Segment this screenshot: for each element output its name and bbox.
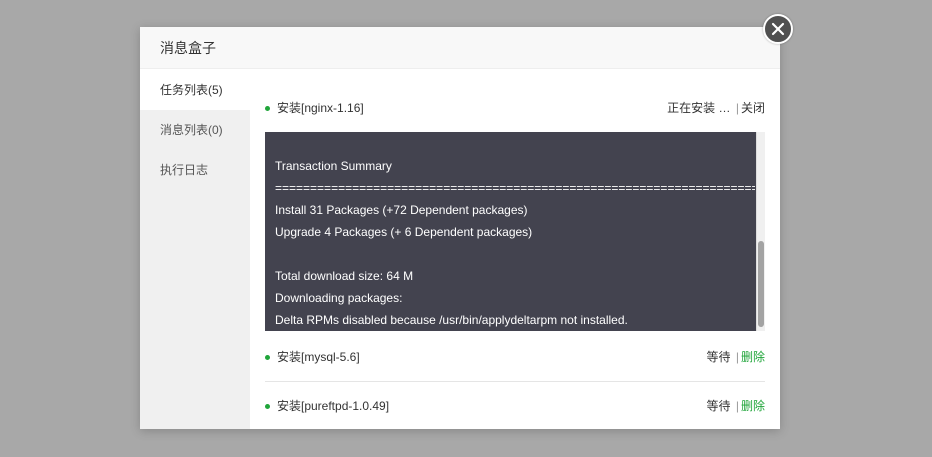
- delete-task-button[interactable]: 删除: [741, 399, 765, 413]
- terminal-line: Install 31 Packages (+72 Dependent packa…: [275, 203, 528, 217]
- terminal-line: ========================================…: [275, 181, 755, 195]
- task-row: 安装[pureftpd-1.0.49] 等待 | 删除: [265, 386, 765, 426]
- terminal-line: Downloading packages:: [275, 291, 403, 305]
- task-row: 安装[mysql-5.6] 等待 | 删除: [265, 337, 765, 377]
- task-list: 安装[nginx-1.16] 正在安装 … | 关闭 Transaction Su…: [265, 70, 765, 429]
- scrollbar-thumb[interactable]: [758, 241, 764, 327]
- terminal-line: Delta RPMs disabled because /usr/bin/app…: [275, 313, 628, 327]
- sidebar-item-tasks[interactable]: 任务列表(5): [140, 70, 250, 110]
- close-dialog-button[interactable]: [763, 14, 793, 44]
- terminal-scrollbar[interactable]: [756, 132, 765, 331]
- sidebar-item-exec-log[interactable]: 执行日志: [140, 150, 250, 190]
- terminal-output: Transaction Summary ====================…: [275, 132, 755, 331]
- delete-task-button[interactable]: 删除: [741, 350, 765, 364]
- status-dot-icon: [265, 403, 270, 409]
- task-status: 正在安装 …: [667, 101, 731, 115]
- separator: |: [735, 399, 739, 413]
- close-icon: [771, 22, 785, 36]
- close-task-button[interactable]: 关闭: [741, 101, 765, 115]
- terminal-line: Transaction Summary: [275, 159, 392, 173]
- install-log-terminal[interactable]: Transaction Summary ====================…: [265, 132, 765, 331]
- task-name: 安装[nginx-1.16]: [277, 101, 364, 115]
- status-dot-icon: [265, 105, 270, 111]
- task-status: 等待: [706, 350, 731, 364]
- terminal-line: Total download size: 64 M: [275, 269, 414, 283]
- terminal-line: Upgrade 4 Packages (+ 6 Dependent packag…: [275, 225, 533, 239]
- sidebar-item-messages[interactable]: 消息列表(0): [140, 110, 250, 150]
- task-name: 安装[mysql-5.6]: [277, 350, 360, 364]
- separator: |: [735, 101, 739, 115]
- dialog-title: 消息盒子: [140, 27, 780, 69]
- task-status: 等待: [706, 399, 731, 413]
- status-dot-icon: [265, 354, 270, 360]
- separator: |: [735, 350, 739, 364]
- task-row: 安装[nginx-1.16] 正在安装 … | 关闭: [265, 88, 765, 128]
- sidebar: 任务列表(5) 消息列表(0) 执行日志: [140, 70, 250, 429]
- divider: [265, 381, 765, 382]
- task-name: 安装[pureftpd-1.0.49]: [277, 399, 390, 413]
- message-box-dialog: 消息盒子 任务列表(5) 消息列表(0) 执行日志 安装[nginx-1.16]…: [140, 27, 780, 429]
